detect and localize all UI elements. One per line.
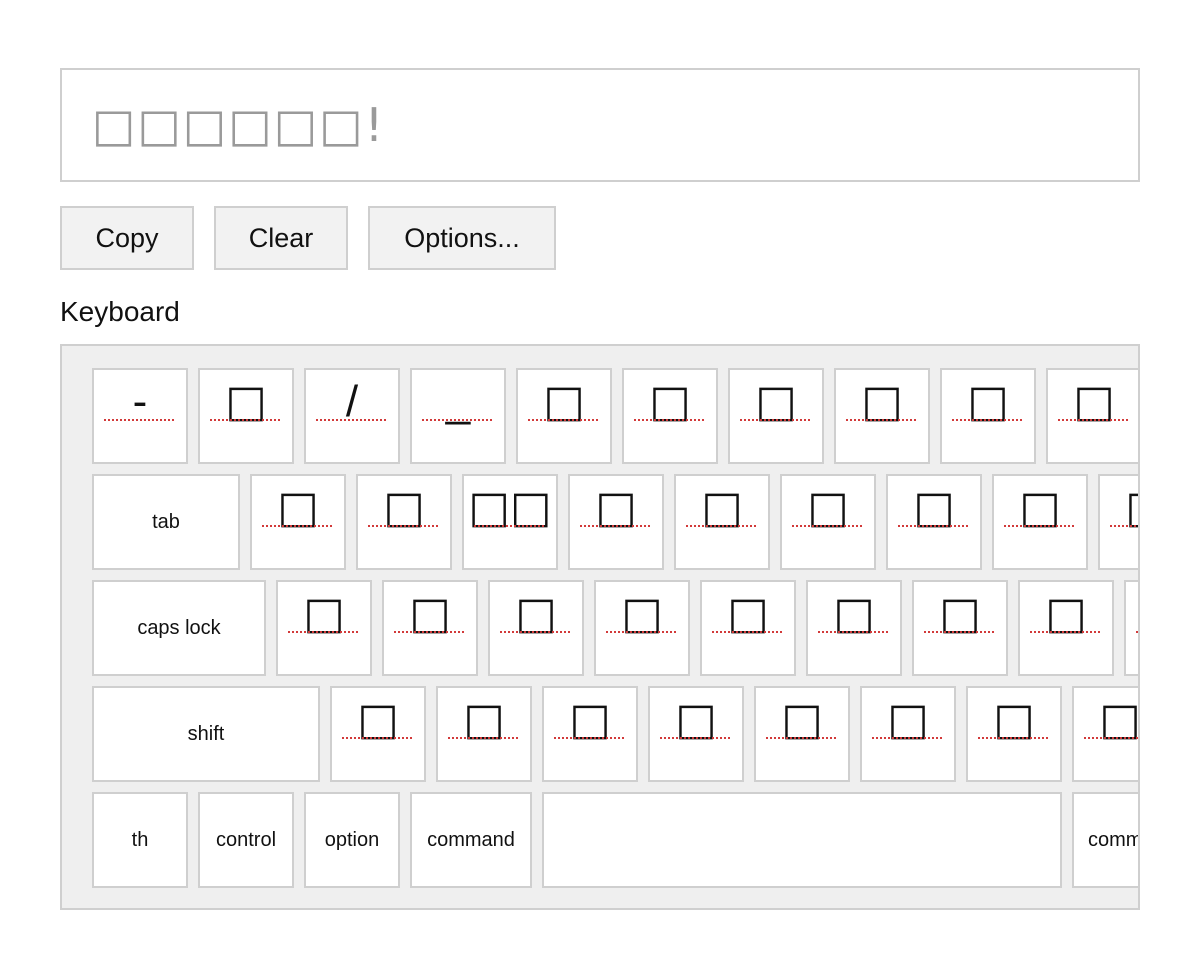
key-underline bbox=[978, 737, 1048, 739]
key-underline bbox=[898, 525, 968, 527]
key-row3-4[interactable]: □ bbox=[594, 580, 690, 676]
key-row2-6[interactable]: □ bbox=[780, 474, 876, 570]
text-input[interactable]: □□□□□□! bbox=[60, 68, 1140, 182]
key-row3-8[interactable]: □ bbox=[1018, 580, 1114, 676]
key-underline bbox=[924, 631, 994, 633]
key-row1-4[interactable]: _ bbox=[410, 368, 506, 464]
key-row2-4[interactable]: □ bbox=[568, 474, 664, 570]
key-label: option bbox=[324, 828, 380, 851]
key-row3-5[interactable]: □ bbox=[700, 580, 796, 676]
fn-key[interactable]: th bbox=[92, 792, 188, 888]
key-row1-3[interactable]: / bbox=[304, 368, 400, 464]
key-row4-3[interactable]: □ bbox=[542, 686, 638, 782]
key-underline bbox=[846, 419, 916, 421]
key-label: shift bbox=[187, 722, 225, 745]
key-underline bbox=[422, 419, 492, 421]
key-row1-7[interactable]: □ bbox=[728, 368, 824, 464]
key-row3-6[interactable]: □ bbox=[806, 580, 902, 676]
key-underline bbox=[528, 419, 598, 421]
key-row4-4[interactable]: □ bbox=[648, 686, 744, 782]
key-underline bbox=[554, 737, 624, 739]
key-label bbox=[544, 794, 1060, 886]
key-row1-9[interactable]: □ bbox=[940, 368, 1036, 464]
command-right-key[interactable]: comm bbox=[1072, 792, 1140, 888]
key-row4-7[interactable]: □ bbox=[966, 686, 1062, 782]
key-label: control bbox=[215, 828, 277, 851]
key-underline bbox=[368, 525, 438, 527]
key-underline bbox=[712, 631, 782, 633]
key-underline bbox=[474, 525, 544, 527]
key-row1-10[interactable]: □ bbox=[1046, 368, 1138, 464]
key-underline bbox=[104, 419, 174, 421]
key-underline bbox=[740, 419, 810, 421]
key-underline bbox=[660, 737, 730, 739]
key-row4-8[interactable]: □ bbox=[1072, 686, 1138, 782]
key-underline bbox=[1110, 525, 1138, 527]
keyboard-title: Keyboard bbox=[60, 296, 180, 327]
virtual-keyboard: - □ / _ □ □ □ □ □ □ tab □ □ □□ □ □ □ □ □… bbox=[60, 344, 1140, 910]
key-row3-2[interactable]: □ bbox=[382, 580, 478, 676]
key-row2-7[interactable]: □ bbox=[886, 474, 982, 570]
key-underline bbox=[606, 631, 676, 633]
key-row2-8[interactable]: □ bbox=[992, 474, 1088, 570]
key-row3-3[interactable]: □ bbox=[488, 580, 584, 676]
key-label: th bbox=[131, 828, 149, 851]
key-label: comm bbox=[1088, 828, 1140, 851]
option-key[interactable]: option bbox=[304, 792, 400, 888]
key-underline bbox=[792, 525, 862, 527]
key-underline bbox=[1004, 525, 1074, 527]
key-underline bbox=[394, 631, 464, 633]
key-underline bbox=[1058, 419, 1128, 421]
key-row1-6[interactable]: □ bbox=[622, 368, 718, 464]
key-underline bbox=[448, 737, 518, 739]
key-row2-9[interactable]: □ bbox=[1098, 474, 1138, 570]
key-underline bbox=[634, 419, 704, 421]
command-key[interactable]: command bbox=[410, 792, 532, 888]
key-underline bbox=[342, 737, 412, 739]
key-underline bbox=[1136, 631, 1138, 633]
key-underline bbox=[766, 737, 836, 739]
key-row3-7[interactable]: □ bbox=[912, 580, 1008, 676]
key-row2-2[interactable]: □ bbox=[356, 474, 452, 570]
key-row1-2[interactable]: □ bbox=[198, 368, 294, 464]
key-underline bbox=[818, 631, 888, 633]
text-input-value: □□□□□□! bbox=[92, 98, 386, 152]
key-label: caps lock bbox=[137, 616, 221, 639]
tab-key[interactable]: tab bbox=[92, 474, 240, 570]
key-underline bbox=[1084, 737, 1138, 739]
key-row4-2[interactable]: □ bbox=[436, 686, 532, 782]
key-label: command bbox=[427, 828, 515, 851]
options-button[interactable]: Options... bbox=[368, 206, 556, 270]
space-key[interactable] bbox=[542, 792, 1062, 888]
key-underline bbox=[872, 737, 942, 739]
clear-button[interactable]: Clear bbox=[214, 206, 348, 270]
key-label: tab bbox=[152, 510, 180, 533]
key-underline bbox=[500, 631, 570, 633]
key-row3-1[interactable]: □ bbox=[276, 580, 372, 676]
control-key[interactable]: control bbox=[198, 792, 294, 888]
key-row2-5[interactable]: □ bbox=[674, 474, 770, 570]
key-row4-6[interactable]: □ bbox=[860, 686, 956, 782]
key-underline bbox=[316, 419, 386, 421]
key-underline bbox=[580, 525, 650, 527]
shift-key[interactable]: shift bbox=[92, 686, 320, 782]
key-underline bbox=[1030, 631, 1100, 633]
key-row3-9[interactable] bbox=[1124, 580, 1138, 676]
key-underline bbox=[686, 525, 756, 527]
key-row4-5[interactable]: □ bbox=[754, 686, 850, 782]
key-underline bbox=[288, 631, 358, 633]
key-underline bbox=[210, 419, 280, 421]
key-row4-1[interactable]: □ bbox=[330, 686, 426, 782]
key-row1-5[interactable]: □ bbox=[516, 368, 612, 464]
key-row1-1[interactable]: - bbox=[92, 368, 188, 464]
key-row2-1[interactable]: □ bbox=[250, 474, 346, 570]
key-underline bbox=[952, 419, 1022, 421]
key-underline bbox=[262, 525, 332, 527]
copy-button[interactable]: Copy bbox=[60, 206, 194, 270]
caps-lock-key[interactable]: caps lock bbox=[92, 580, 266, 676]
key-row1-8[interactable]: □ bbox=[834, 368, 930, 464]
key-row2-3[interactable]: □□ bbox=[462, 474, 558, 570]
